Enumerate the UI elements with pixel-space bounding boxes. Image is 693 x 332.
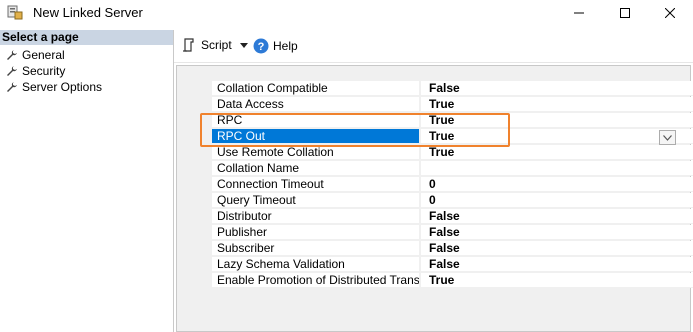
script-label: Script bbox=[201, 38, 232, 52]
property-row-collation-name[interactable]: Collation Name bbox=[193, 161, 693, 177]
maximize-icon bbox=[620, 7, 630, 18]
script-button[interactable]: Script bbox=[182, 38, 248, 52]
property-row-connection-timeout[interactable]: Connection Timeout 0 bbox=[193, 177, 693, 193]
minimize-button[interactable] bbox=[556, 0, 602, 25]
property-name: Lazy Schema Validation bbox=[212, 257, 420, 272]
row-gutter bbox=[193, 177, 211, 193]
row-gutter bbox=[193, 97, 211, 113]
page-selector-header: Select a page bbox=[0, 30, 173, 45]
property-name: Collation Name bbox=[212, 161, 420, 176]
nav-item-general[interactable]: General bbox=[6, 47, 65, 62]
row-gutter bbox=[193, 161, 211, 177]
row-gutter bbox=[193, 241, 211, 257]
property-row-lazy-schema-validation[interactable]: Lazy Schema Validation False bbox=[193, 257, 693, 273]
row-gutter bbox=[193, 273, 211, 289]
value-dropdown-button[interactable] bbox=[659, 130, 676, 145]
property-value[interactable]: 0 bbox=[421, 177, 693, 192]
help-icon: ? bbox=[253, 38, 269, 54]
maximize-button[interactable] bbox=[602, 0, 648, 25]
property-name: Distributor bbox=[212, 209, 420, 224]
property-value[interactable]: 0 bbox=[421, 193, 693, 208]
property-name: RPC Out bbox=[212, 129, 420, 144]
property-row-data-access[interactable]: Data Access True bbox=[193, 97, 693, 113]
property-value[interactable]: True bbox=[421, 113, 693, 128]
page-selector-pane: Select a page General Security Server Op… bbox=[0, 30, 174, 332]
row-gutter bbox=[193, 193, 211, 209]
nav-item-label: General bbox=[22, 47, 65, 62]
nav-item-label: Server Options bbox=[22, 79, 103, 94]
row-gutter bbox=[193, 129, 211, 145]
property-row-rpc-out[interactable]: RPC Out True bbox=[193, 129, 693, 145]
help-label: Help bbox=[273, 39, 298, 53]
help-button[interactable]: ? Help bbox=[253, 38, 298, 54]
row-gutter bbox=[193, 113, 211, 129]
property-name: Enable Promotion of Distributed Transact… bbox=[212, 273, 420, 288]
property-value[interactable]: True bbox=[421, 145, 693, 160]
property-row-rpc[interactable]: RPC True bbox=[193, 113, 693, 129]
wrench-icon bbox=[7, 50, 17, 60]
minimize-icon bbox=[574, 12, 584, 13]
row-gutter bbox=[193, 145, 211, 161]
property-name: Use Remote Collation bbox=[212, 145, 420, 160]
property-name: RPC bbox=[212, 113, 420, 128]
property-value[interactable]: False bbox=[421, 225, 693, 240]
svg-text:?: ? bbox=[258, 41, 265, 53]
property-row-enable-promotion[interactable]: Enable Promotion of Distributed Transact… bbox=[193, 273, 693, 289]
script-icon bbox=[183, 38, 194, 52]
property-row-use-remote-collation[interactable]: Use Remote Collation True bbox=[193, 145, 693, 161]
nav-item-security[interactable]: Security bbox=[6, 63, 65, 78]
property-name: Collation Compatible bbox=[212, 81, 420, 96]
property-value[interactable]: False bbox=[421, 81, 693, 96]
row-gutter bbox=[193, 81, 211, 97]
property-value[interactable]: False bbox=[421, 241, 693, 256]
property-value[interactable] bbox=[421, 161, 693, 176]
property-name: Publisher bbox=[212, 225, 420, 240]
property-value[interactable]: False bbox=[421, 257, 693, 272]
property-row-publisher[interactable]: Publisher False bbox=[193, 225, 693, 241]
property-name: Data Access bbox=[212, 97, 420, 112]
row-gutter bbox=[193, 209, 211, 225]
property-row-collation-compatible[interactable]: Collation Compatible False bbox=[193, 81, 693, 97]
row-gutter bbox=[193, 257, 211, 273]
property-row-subscriber[interactable]: Subscriber False bbox=[193, 241, 693, 257]
close-icon bbox=[665, 7, 675, 18]
window-title: New Linked Server bbox=[33, 5, 143, 20]
property-row-distributor[interactable]: Distributor False bbox=[193, 209, 693, 225]
property-value[interactable]: True bbox=[421, 129, 693, 144]
chevron-down-icon bbox=[663, 134, 672, 141]
property-name: Subscriber bbox=[212, 241, 420, 256]
close-button[interactable] bbox=[647, 0, 693, 25]
property-name: Connection Timeout bbox=[212, 177, 420, 192]
property-value[interactable]: True bbox=[421, 97, 693, 112]
property-name: Query Timeout bbox=[212, 193, 420, 208]
property-row-query-timeout[interactable]: Query Timeout 0 bbox=[193, 193, 693, 209]
wrench-icon bbox=[7, 82, 17, 92]
chevron-down-icon[interactable] bbox=[239, 42, 248, 48]
nav-item-server-options[interactable]: Server Options bbox=[6, 79, 102, 94]
linked-server-icon bbox=[7, 5, 23, 20]
title-bar: New Linked Server bbox=[0, 0, 693, 25]
wrench-icon bbox=[7, 66, 17, 76]
row-gutter bbox=[193, 225, 211, 241]
property-value[interactable]: False bbox=[421, 209, 693, 224]
property-value[interactable]: True bbox=[421, 273, 693, 288]
toolbar: Script ? Help bbox=[174, 30, 693, 62]
nav-item-label: Security bbox=[22, 63, 66, 78]
